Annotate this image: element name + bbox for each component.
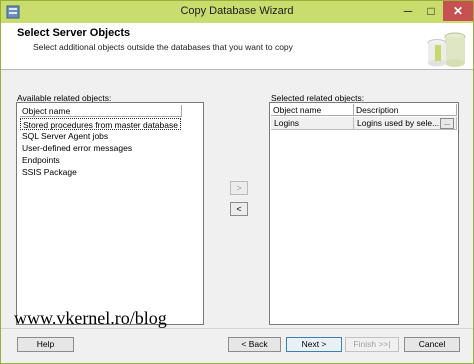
help-button[interactable]: Help bbox=[17, 337, 74, 352]
finish-button[interactable]: Finish >>| bbox=[345, 337, 399, 352]
available-objects-list[interactable]: Object name Stored procedures from maste… bbox=[16, 102, 204, 325]
column-header-object-name[interactable]: Object name bbox=[271, 104, 354, 116]
next-button[interactable]: Next > bbox=[286, 337, 342, 352]
page-subtitle: Select additional objects outside the da… bbox=[33, 42, 293, 52]
minimize-button[interactable]: ─ bbox=[397, 1, 419, 21]
database-cylinders-icon bbox=[427, 32, 466, 67]
list-item[interactable]: SQL Server Agent jobs bbox=[20, 130, 108, 142]
list-item[interactable]: Endpoints bbox=[20, 154, 60, 166]
wizard-window: Copy Database Wizard ─ □ ✕ Select Server… bbox=[0, 0, 474, 364]
title-bar[interactable]: Copy Database Wizard ─ □ ✕ bbox=[1, 1, 473, 23]
browse-button[interactable]: ... bbox=[440, 118, 454, 129]
list-item[interactable]: Stored procedures from master database bbox=[20, 118, 181, 130]
column-header-description[interactable]: Description bbox=[354, 104, 457, 116]
list-item[interactable]: SSIS Package bbox=[20, 166, 77, 178]
back-button[interactable]: < Back bbox=[228, 337, 281, 352]
watermark-text: www.vkernel.ro/blog bbox=[14, 308, 167, 328]
remove-object-button[interactable]: < bbox=[230, 202, 248, 216]
add-object-button[interactable]: > bbox=[230, 181, 248, 195]
selected-row-name[interactable]: Logins bbox=[271, 117, 354, 130]
close-button[interactable]: ✕ bbox=[443, 1, 473, 21]
list-item[interactable]: User-defined error messages bbox=[20, 142, 132, 154]
selected-objects-list[interactable]: Object name Description Logins Logins us… bbox=[269, 102, 459, 325]
cancel-button[interactable]: Cancel bbox=[404, 337, 460, 352]
page-title: Select Server Objects bbox=[17, 27, 131, 39]
maximize-button[interactable]: □ bbox=[420, 1, 442, 21]
column-header-object-name[interactable]: Object name bbox=[20, 105, 182, 117]
wizard-header: Select Server Objects Select additional … bbox=[1, 23, 473, 70]
